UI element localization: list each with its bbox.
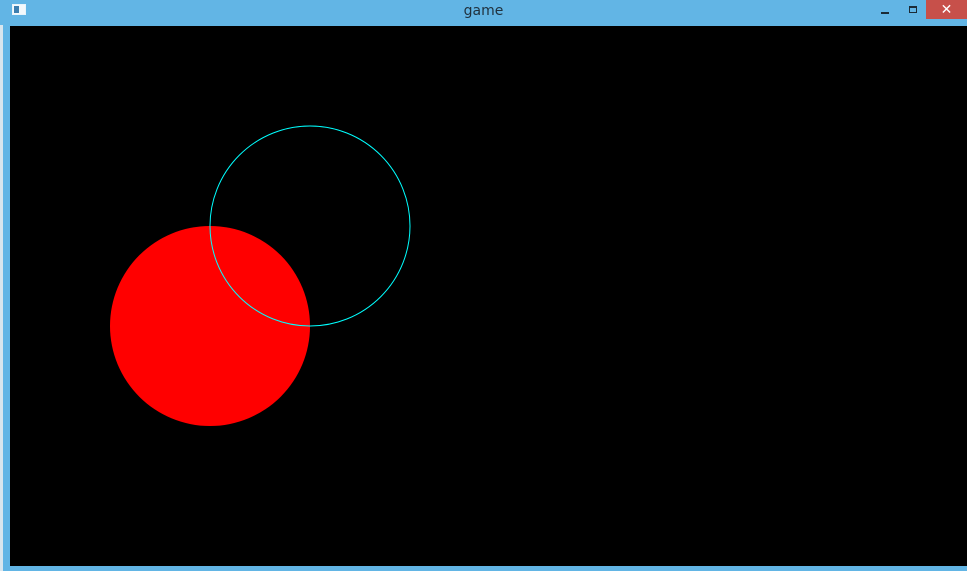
window-left-edge (0, 25, 3, 571)
maximize-icon (909, 6, 917, 13)
maximize-button[interactable] (900, 0, 926, 19)
close-icon: ✕ (940, 1, 953, 18)
red-filled-circle (110, 226, 310, 426)
window-title: game (463, 3, 504, 19)
title-bar[interactable]: game ✕ (0, 0, 967, 25)
scene-svg (110, 125, 411, 426)
close-button[interactable]: ✕ (926, 0, 967, 19)
game-canvas[interactable] (10, 26, 967, 566)
minimize-button[interactable] (872, 0, 898, 19)
minimize-icon (881, 11, 889, 14)
game-window: game ✕ (0, 0, 967, 571)
